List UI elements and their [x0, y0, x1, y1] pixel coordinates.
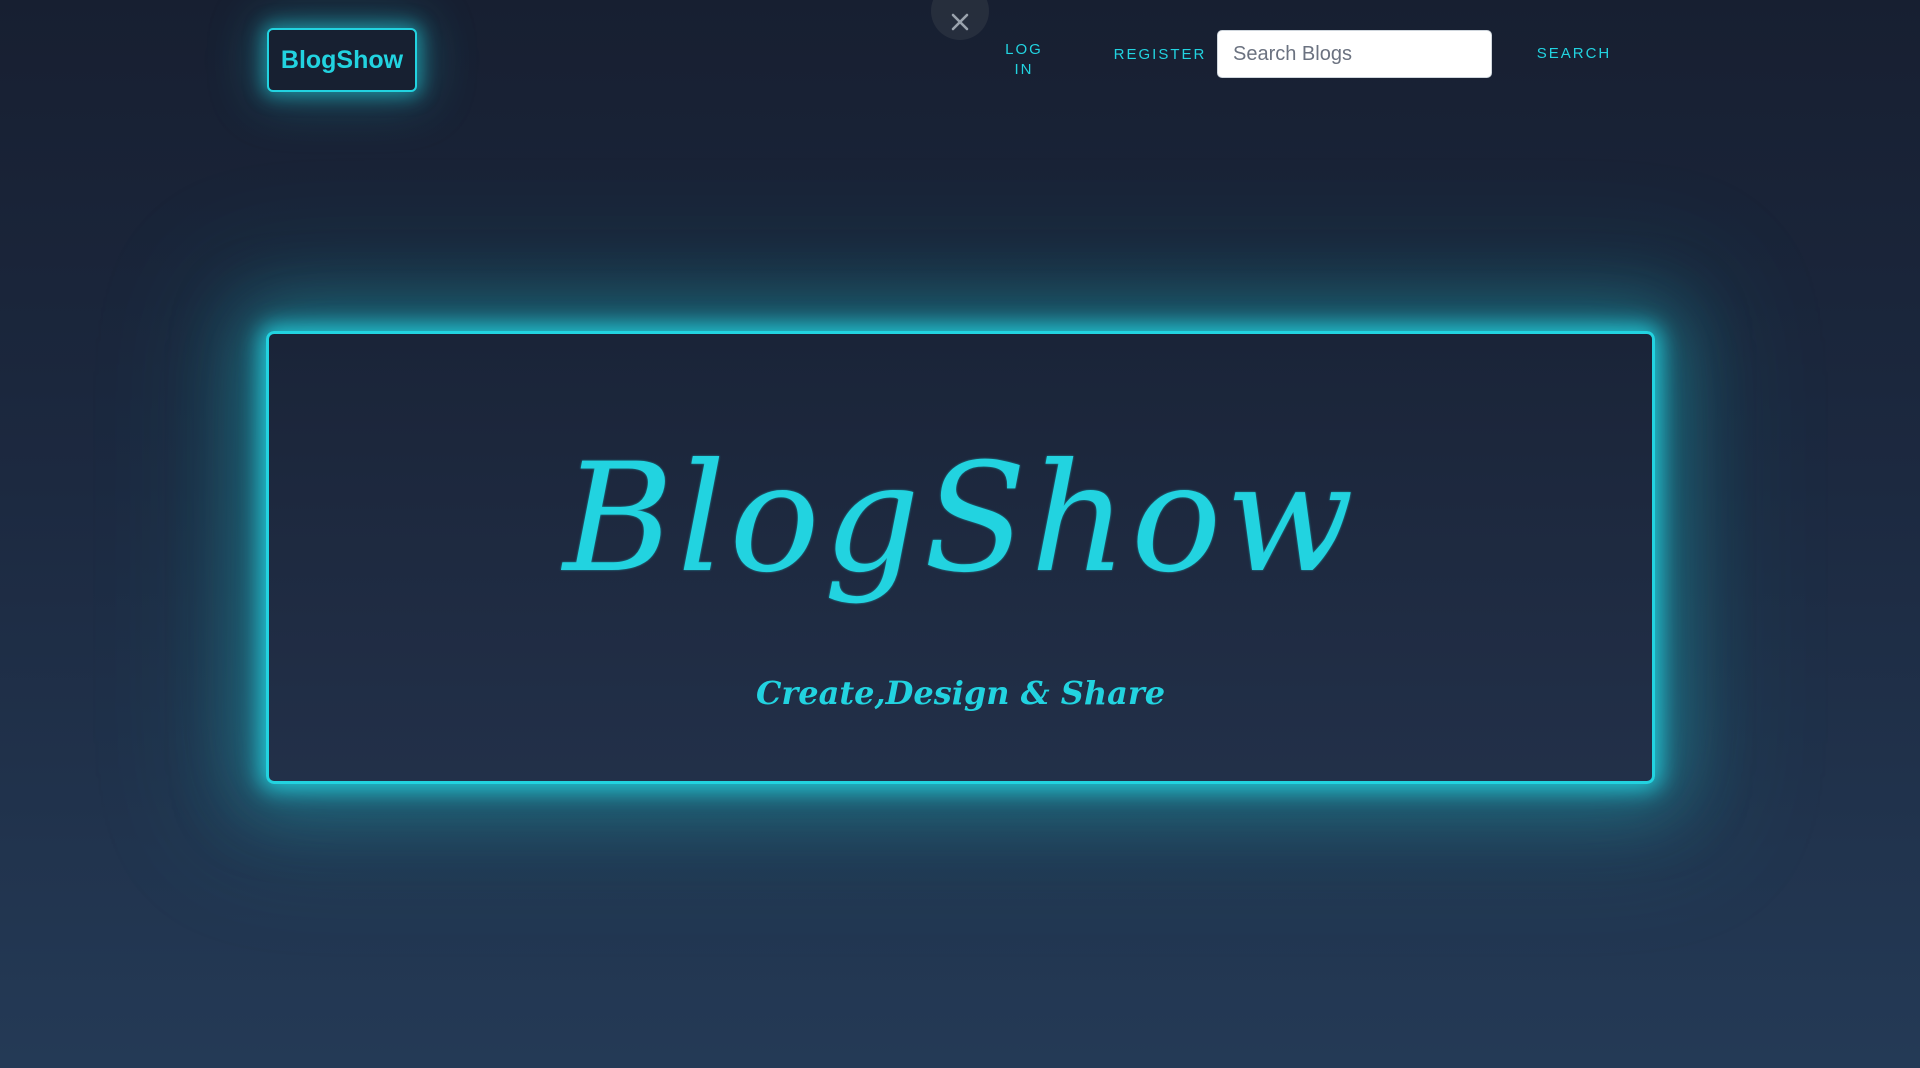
search-button[interactable]: SEARCH — [1528, 45, 1620, 63]
hero-tagline: Create,Design & Share — [755, 674, 1166, 712]
search-input[interactable] — [1217, 30, 1492, 78]
login-link-line2: IN — [1014, 61, 1034, 78]
register-link[interactable]: REGISTER — [1090, 46, 1230, 64]
login-link-line1: LOG — [1005, 41, 1043, 58]
close-icon — [950, 12, 970, 32]
close-button[interactable] — [931, 0, 989, 40]
brand-logo-button[interactable]: BlogShow — [267, 28, 417, 92]
hero-title: BlogShow — [563, 432, 1358, 606]
hero-banner: BlogShow Create,Design & Share — [266, 331, 1655, 784]
login-link[interactable]: LOG IN — [994, 40, 1054, 80]
